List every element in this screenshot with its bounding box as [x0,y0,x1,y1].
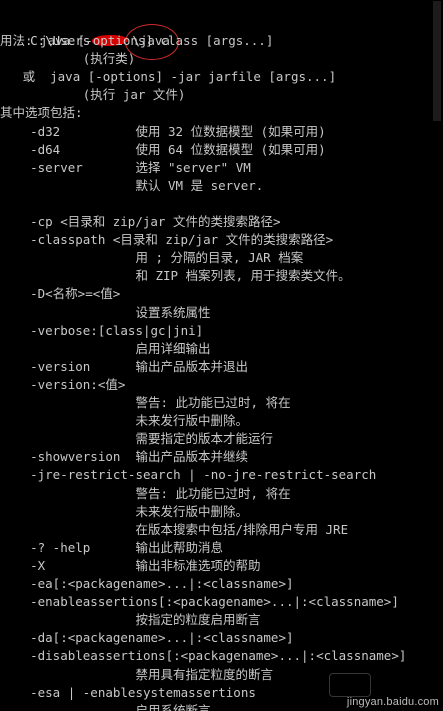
output-line: -esa | -enablesystemassertions [0,684,256,700]
output-line: 和 ZIP 档案列表, 用于搜索类文件。 [0,268,351,284]
scrollbar-thumb[interactable] [433,1,441,121]
output-line: -d64 使用 64 位数据模型 (如果可用) [0,141,326,157]
console-window[interactable]: C:\Users \java 用法: java [-options] class … [0,0,443,711]
output-line: 用 ; 分隔的目录, JAR 档案 [0,250,304,266]
output-line: 未来发行版中删除。 [0,503,248,519]
output-line: -classpath <目录和 zip/jar 文件的类搜索路径> [0,232,334,248]
output-line: -X 输出非标准选项的帮助 [0,557,261,573]
watermark-text: jingyan.baidu.com [346,696,439,708]
output-line: 启用详细输出 [0,340,211,356]
output-line: -d32 使用 32 位数据模型 (如果可用) [0,123,326,139]
output-line: -disableassertions[:<packagename>...|:<c… [0,648,407,664]
watermark-logo [329,673,371,697]
output-line: 启用系统断言 [0,702,211,711]
output-line: -da[:<packagename>...|:<classname>] [0,630,294,646]
output-line: -jre-restrict-search | -no-jre-restrict-… [0,467,377,483]
output-line: -? -help 输出此帮助消息 [0,539,223,555]
output-line: 需要指定的版本才能运行 [0,431,273,447]
output-line: -cp <目录和 zip/jar 文件的类搜索路径> [0,214,281,229]
output-line: 或 java [-options] -jar jarfile [args...] [0,69,337,85]
output-line: 未来发行版中删除。 [0,413,248,429]
output-line: -ea[:<packagename>...|:<classname>] [0,576,294,591]
output-line: (执行类) [0,51,136,67]
output-line: 警告: 此功能已过时, 将在 [0,485,291,501]
output-line: 设置系统属性 [0,304,211,320]
output-line: 用法: java [-options] class [args...] [0,33,274,48]
output-line: 其中选项包括: [0,105,83,121]
output-line: 警告: 此功能已过时, 将在 [0,395,291,410]
vertical-scrollbar[interactable] [431,0,443,711]
output-line: -showversion 输出产品版本并继续 [0,449,248,465]
output-line: -D<名称>=<值> [0,286,121,302]
output-line: -verbose:[class|gc|jni] [0,322,204,338]
output-line: -server 选择 "server" VM [0,159,251,175]
output-line: -version:<值> [0,376,126,392]
output-line: (执行 jar 文件) [0,87,186,103]
output-line: -version 输出产品版本并退出 [0,358,248,374]
output-line: 按指定的粒度启用断言 [0,612,261,628]
prompt-line: C:\Users \java [0,14,180,60]
output-line: 默认 VM 是 server. [0,177,264,193]
output-line: 在版本搜索中包括/排除用户专用 JRE [0,521,349,537]
output-line: -enableassertions[:<packagename>...|:<cl… [0,594,399,610]
output-line: 禁用具有指定粒度的断言 [0,666,273,682]
